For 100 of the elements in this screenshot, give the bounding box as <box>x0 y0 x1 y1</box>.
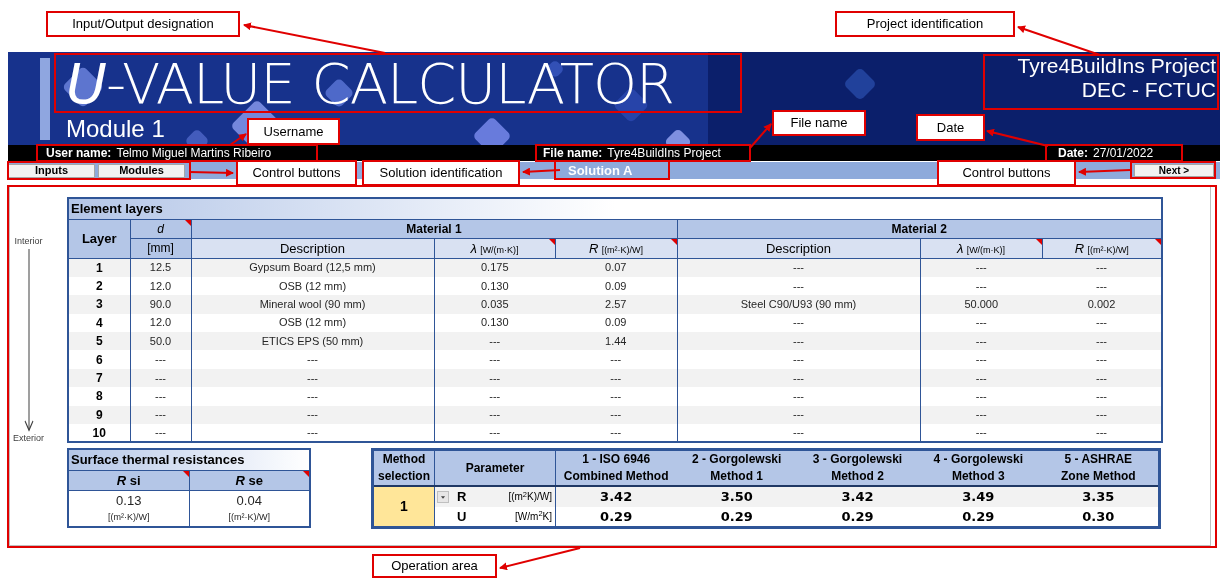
table-cell: 2.57 <box>555 295 677 314</box>
exterior-label: Exterior <box>13 431 44 445</box>
table-cell: --- <box>920 368 1042 388</box>
table-cell: --- <box>434 405 555 424</box>
table-cell: 0.29 <box>676 506 798 528</box>
parameter-symbol: U <box>457 507 467 526</box>
callout-label: File name <box>772 110 866 136</box>
table-cell: --- <box>1042 258 1163 277</box>
table-cell: --- <box>677 424 920 443</box>
table-cell: --- <box>191 350 434 369</box>
table-cell: --- <box>434 332 555 351</box>
callout-arrow <box>986 128 1049 147</box>
table-cell: 0.30 <box>1038 506 1160 528</box>
callout-label: Control buttons <box>236 160 357 186</box>
table-cell: 0.29 <box>917 506 1039 528</box>
table-cell: 90.0 <box>130 295 191 314</box>
method-select-field[interactable]: 1 <box>372 486 435 528</box>
column-header: 4 - Gorgolewski Method 3 <box>917 449 1039 486</box>
table-cell: --- <box>1042 387 1163 406</box>
table-cell: [(m²·K)/W] <box>68 510 189 527</box>
nav-button[interactable]: Inputs <box>8 163 95 178</box>
table-cell: Mineral wool (90 mm) <box>191 295 434 314</box>
table-cell: 3.42 <box>555 486 677 507</box>
table-cell: 0.04 <box>189 490 310 511</box>
callout-label: Username <box>247 118 340 145</box>
table-cell: --- <box>920 276 1042 296</box>
table-cell: 3.50 <box>676 486 798 507</box>
table-cell: 0.130 <box>434 276 555 296</box>
table-cell: --- <box>920 313 1042 333</box>
table-cell: --- <box>130 424 191 443</box>
column-header: 5 - ASHRAE Zone Method <box>1038 449 1160 486</box>
table-cell: --- <box>920 350 1042 369</box>
down-arrow-icon <box>23 248 34 432</box>
callout-arrow <box>522 167 561 176</box>
table-cell: 3.35 <box>1038 486 1160 507</box>
table-cell: --- <box>920 387 1042 406</box>
table-cell: --- <box>920 405 1042 424</box>
table-title: Element layers <box>68 198 1163 219</box>
comment-marker-icon <box>303 470 309 477</box>
table-cell: 0.29 <box>797 506 918 528</box>
callout-arrow <box>749 123 772 149</box>
table-cell: 0.002 <box>1042 295 1163 314</box>
date-label: Date: <box>1058 146 1088 160</box>
module-title: Module 1 <box>66 116 165 142</box>
table-cell: Gypsum Board (12,5 mm) <box>191 258 434 277</box>
nav-button[interactable]: Modules <box>98 163 185 178</box>
app-title: U-VALUE CALCULATOR <box>66 56 674 112</box>
parameter-symbol: R <box>457 488 467 506</box>
table-cell: --- <box>434 424 555 443</box>
table-cell: 8 <box>68 387 130 406</box>
file-name-label: File name: <box>543 146 603 160</box>
table-cell: 3.42 <box>797 486 918 507</box>
callout-label: Date <box>916 114 985 141</box>
table-cell: [(m²·K)/W] <box>189 510 310 527</box>
table-cell: --- <box>555 387 677 406</box>
column-header: Method selection <box>372 449 435 486</box>
callout-label: Project identification <box>835 11 1015 37</box>
dropdown-icon[interactable] <box>437 490 449 503</box>
column-header: R si <box>68 470 189 491</box>
column-header: 1 - ISO 6946 Combined Method <box>555 449 677 486</box>
table-cell: --- <box>677 350 920 369</box>
table-cell: --- <box>677 387 920 406</box>
table-cell: 3.49 <box>917 486 1039 507</box>
callout-arrow <box>1078 167 1131 176</box>
column-header: Layer <box>68 219 130 259</box>
callout-label: Input/Output designation <box>46 11 240 37</box>
table-cell: 0.29 <box>555 506 677 528</box>
table-cell: --- <box>920 424 1042 443</box>
table-cell: 10 <box>68 424 130 443</box>
callout-label: Solution identification <box>362 160 520 186</box>
table-cell: --- <box>191 387 434 406</box>
table-cell: 6 <box>68 350 130 369</box>
table-cell: 0.13 <box>68 490 189 511</box>
table-cell: --- <box>191 424 434 443</box>
table-cell: 12.5 <box>130 258 191 277</box>
column-header: Parameter <box>434 449 556 486</box>
table-cell: --- <box>130 350 191 369</box>
user-name-label: User name: <box>46 146 112 160</box>
table-cell: --- <box>434 350 555 369</box>
table-cell: --- <box>555 350 677 369</box>
table-cell: 0.130 <box>434 313 555 333</box>
comment-marker-icon <box>1155 238 1162 245</box>
table-cell: --- <box>920 332 1042 351</box>
callout-label: Control buttons <box>937 160 1076 186</box>
table-cell: --- <box>677 258 920 277</box>
table-cell: --- <box>1042 350 1163 369</box>
callout-arrow <box>189 168 234 177</box>
interior-label: Interior <box>14 235 43 248</box>
table-cell: --- <box>130 387 191 406</box>
parameter-unit: [(m$^{2}$K)/W] <box>508 489 552 505</box>
next-button[interactable]: Next > <box>1134 164 1214 177</box>
table-cell: Steel C90/U93 (90 mm) <box>677 295 920 314</box>
table-cell: --- <box>1042 424 1163 443</box>
table-cell: 3 <box>68 295 130 314</box>
column-header: 3 - Gorgolewski Method 2 <box>797 449 918 486</box>
project-label: DEC - FCTUC <box>1081 78 1216 102</box>
solution-label: Solution A <box>568 163 633 178</box>
user-name-value: Telmo Miguel Martins Ribeiro <box>116 146 272 160</box>
table-cell: --- <box>555 424 677 443</box>
column-header: 2 - Gorgolewski Method 1 <box>676 449 798 486</box>
